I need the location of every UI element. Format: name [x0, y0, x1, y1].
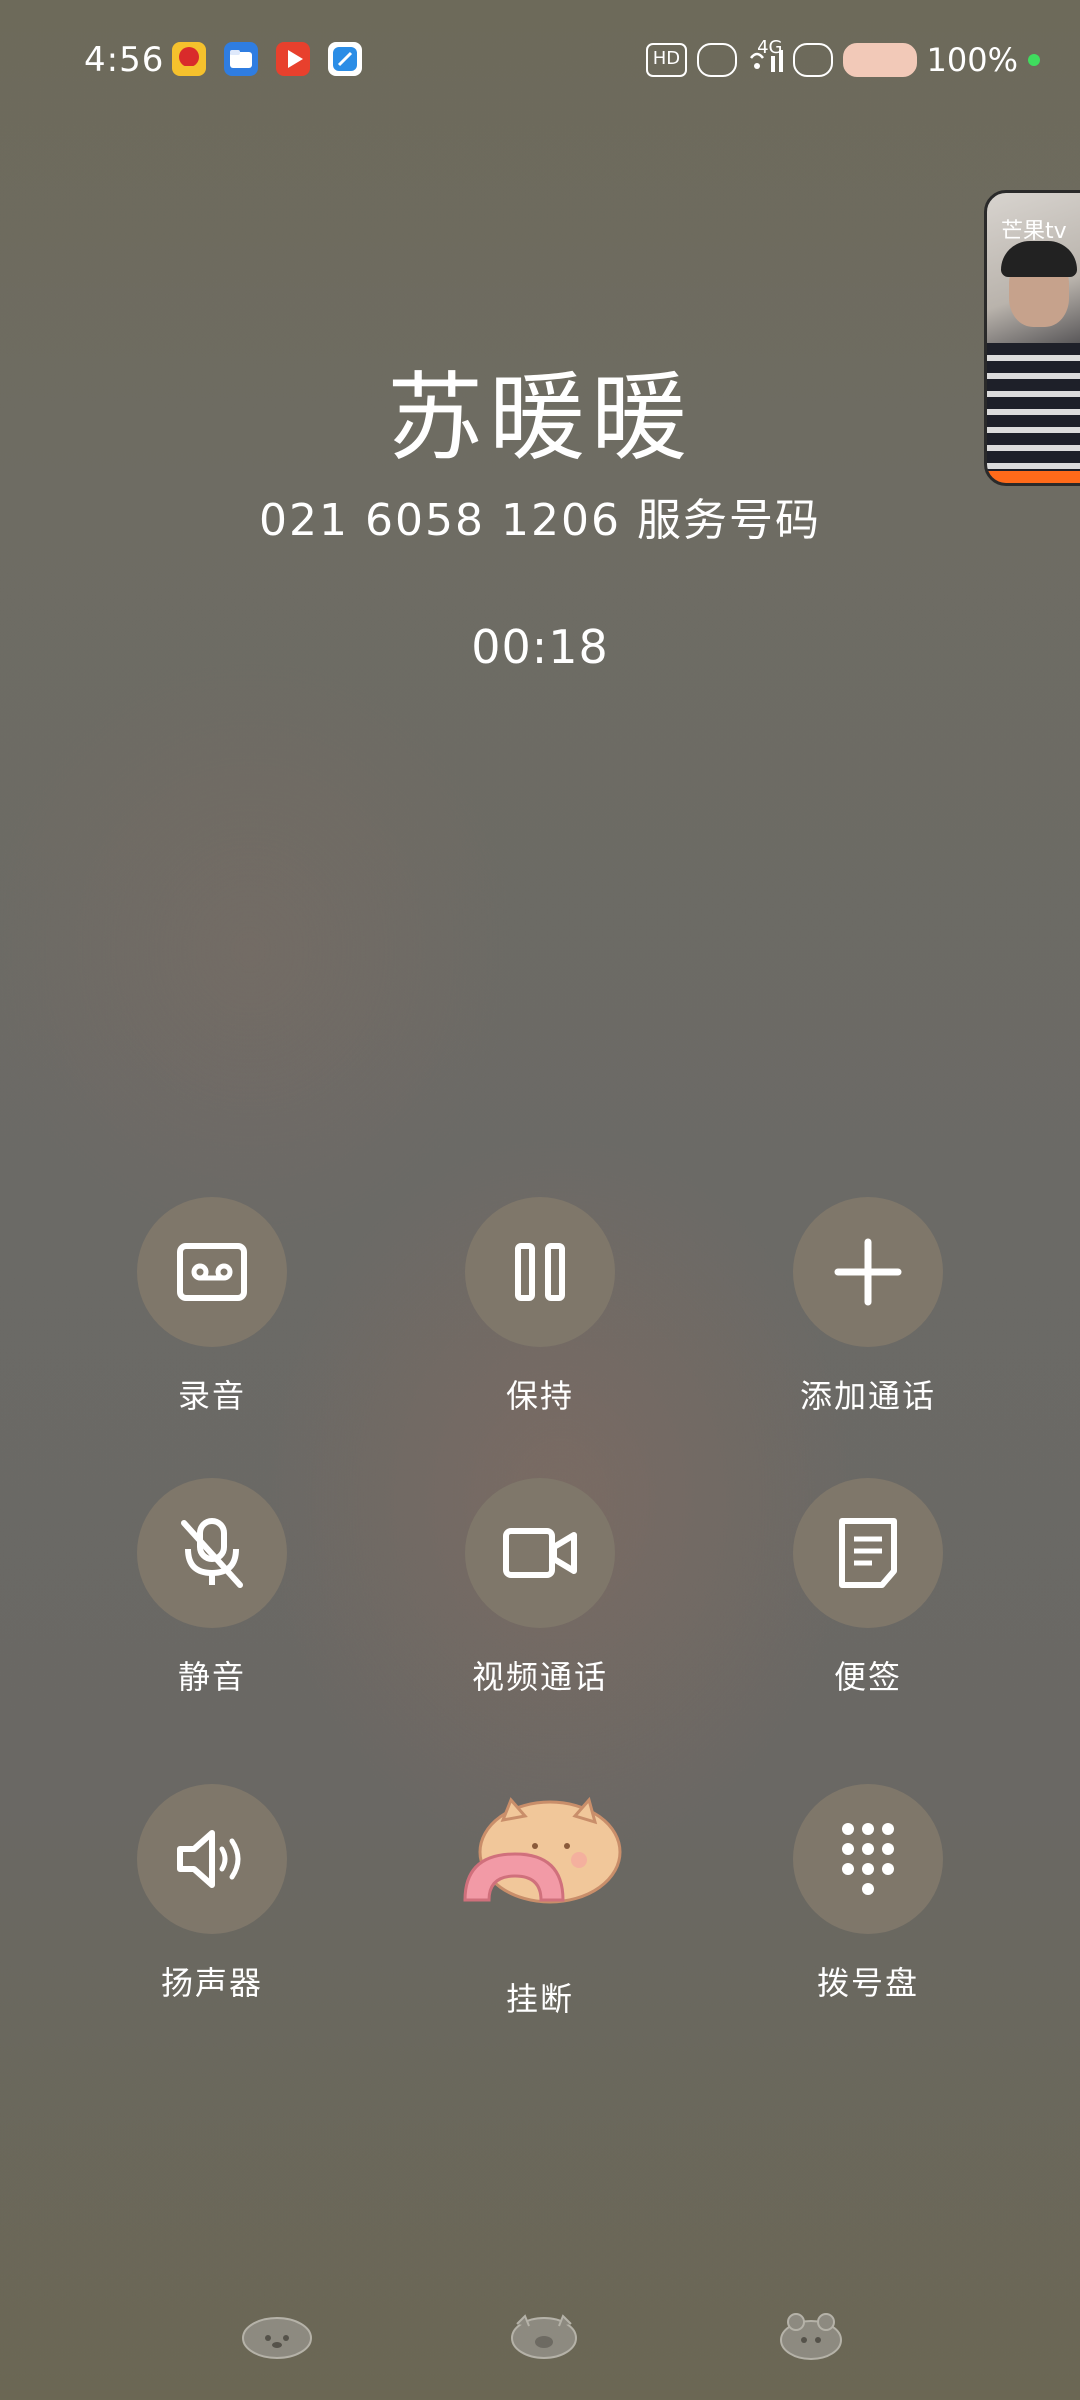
pip-person-hair — [1001, 241, 1077, 277]
add-call-button[interactable]: 添加通话 — [758, 1197, 978, 1417]
notes-label: 便签 — [833, 1658, 902, 1696]
video-call-button[interactable]: 视频通话 — [430, 1478, 650, 1698]
mute-label: 静音 — [177, 1658, 246, 1696]
status-bar: 4:56 HD 4G 100% — [0, 0, 1080, 124]
dialpad-label: 拨号盘 — [816, 1964, 919, 2002]
speaker-icon — [177, 1830, 241, 1888]
hangup-button[interactable]: 挂断 — [430, 1790, 650, 2020]
browser-app-icon — [328, 42, 362, 76]
back-key-icon[interactable] — [240, 2312, 314, 2360]
blue-folder-app-icon — [224, 42, 258, 76]
caller-number: 021 6058 1206 服务号码 — [259, 495, 821, 546]
notes-button[interactable]: 便签 — [758, 1478, 978, 1698]
dialpad-icon — [842, 1823, 894, 1895]
hangup-label: 挂断 — [505, 1980, 574, 2018]
record-button[interactable]: 录音 — [102, 1197, 322, 1417]
add-call-circle[interactable] — [793, 1197, 943, 1347]
cat-sticker-icon — [792, 43, 833, 77]
hd-badge: HD — [645, 43, 688, 77]
hold-label: 保持 — [505, 1377, 574, 1415]
recents-key-icon[interactable] — [774, 2312, 848, 2360]
dialpad-button[interactable]: 拨号盘 — [758, 1784, 978, 2004]
notes-circle[interactable] — [793, 1478, 943, 1628]
video-call-label: 视频通话 — [471, 1658, 608, 1696]
call-duration: 00:18 — [471, 620, 609, 674]
record-label: 录音 — [177, 1377, 246, 1415]
speaker-label: 扬声器 — [160, 1964, 263, 2002]
home-key-icon[interactable] — [507, 2312, 581, 2360]
plus-icon — [834, 1238, 902, 1306]
video-play-app-icon — [276, 42, 310, 76]
cassette-icon — [177, 1243, 247, 1301]
pig-battery-icon — [842, 43, 917, 77]
speaker-circle[interactable] — [137, 1784, 287, 1934]
dialpad-circle[interactable] — [793, 1784, 943, 1934]
hold-button[interactable]: 保持 — [430, 1197, 650, 1417]
pause-icon — [515, 1243, 565, 1301]
hangup-cat-icon[interactable] — [455, 1790, 625, 1920]
navigation-bar — [0, 2300, 1080, 2370]
hold-circle[interactable] — [465, 1197, 615, 1347]
speaker-button[interactable]: 扬声器 — [102, 1784, 322, 2004]
video-call-circle[interactable] — [465, 1478, 615, 1628]
flower-app-icon — [172, 42, 206, 76]
mute-button[interactable]: 静音 — [102, 1478, 322, 1698]
network-type-label: 4G — [757, 36, 783, 58]
battery-dot-icon — [1028, 54, 1040, 66]
battery-level: 100% — [926, 41, 1018, 79]
caller-name: 苏暖暖 — [387, 362, 693, 474]
bear-sticker-icon — [697, 43, 738, 77]
mute-circle[interactable] — [137, 1478, 287, 1628]
mic-off-icon — [181, 1518, 243, 1588]
pip-app-logo: 芒果tv — [1001, 219, 1067, 244]
note-icon — [839, 1518, 897, 1588]
add-call-label: 添加通话 — [799, 1377, 936, 1415]
record-circle[interactable] — [137, 1197, 287, 1347]
status-time: 4:56 — [84, 40, 165, 80]
video-camera-icon — [503, 1528, 577, 1578]
status-indicators: HD 4G 100% — [645, 36, 1040, 80]
